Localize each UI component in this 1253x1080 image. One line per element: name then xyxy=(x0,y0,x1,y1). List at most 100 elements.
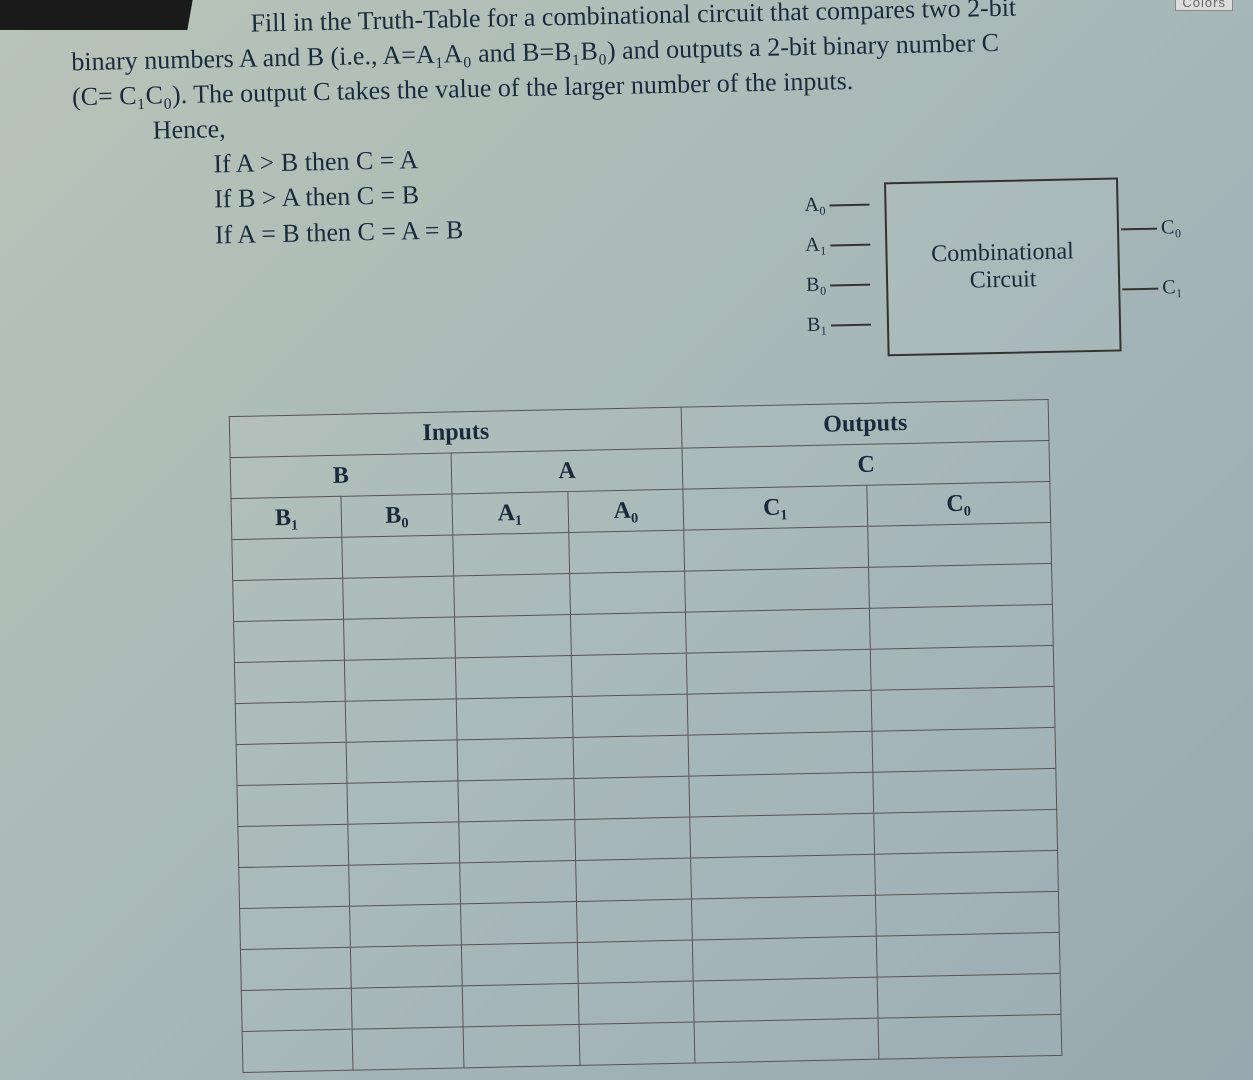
table-cell xyxy=(874,850,1058,895)
table-cell xyxy=(568,530,685,573)
table-cell xyxy=(345,658,456,701)
table-cell xyxy=(693,936,877,981)
table-cell xyxy=(573,776,690,819)
circuit-diagram: Combinational Circuit A₀ A₁ B₀ B₁ C₀ C₁ xyxy=(804,166,1188,374)
table-cell xyxy=(576,899,693,942)
table-cell xyxy=(236,742,347,785)
table-cell xyxy=(570,612,687,655)
table-cell xyxy=(873,768,1057,813)
col-a0: A₀ xyxy=(567,489,684,532)
col-b0: B₀ xyxy=(341,494,452,537)
table-cell xyxy=(234,619,345,662)
table-cell xyxy=(460,901,577,944)
table-cell xyxy=(352,1027,463,1070)
table-cell xyxy=(875,891,1059,936)
table-cell xyxy=(878,1014,1062,1059)
port-label: B₀ xyxy=(806,274,827,296)
table-cell xyxy=(240,947,351,990)
table-cell xyxy=(871,686,1055,731)
col-c1: C₁ xyxy=(683,485,867,530)
table-cell xyxy=(347,781,458,824)
circuit-block: Combinational Circuit xyxy=(884,177,1122,356)
table-cell xyxy=(461,942,578,985)
table-cell xyxy=(694,977,878,1022)
table-cell xyxy=(350,904,461,947)
table-cell xyxy=(876,932,1060,977)
output-port-c0: C₀ xyxy=(1117,216,1182,240)
table-cell xyxy=(343,576,454,619)
table-cell xyxy=(577,940,694,983)
table-cell xyxy=(684,526,868,571)
table-cell xyxy=(869,604,1053,649)
port-label: A₀ xyxy=(804,194,826,216)
table-cell xyxy=(240,906,351,949)
table-cell xyxy=(237,783,348,826)
table-cell xyxy=(571,653,688,696)
table-cell xyxy=(233,578,344,621)
table-cell xyxy=(456,697,573,740)
table-cell xyxy=(462,983,579,1026)
table-cell xyxy=(351,945,462,988)
table-cell xyxy=(573,735,690,778)
table-cell xyxy=(877,973,1061,1018)
table-cell xyxy=(239,865,350,908)
port-label: C₀ xyxy=(1161,216,1182,238)
table-cell xyxy=(691,854,875,899)
table-cell xyxy=(692,895,876,940)
table-cell xyxy=(455,656,572,699)
output-port-c1: C₁ xyxy=(1118,276,1183,300)
truth-table: Inputs Outputs B A C B₁ B₀ A₁ A₀ C₁ C₀ xyxy=(229,399,1063,1073)
table-cell xyxy=(453,574,570,617)
table-cell xyxy=(694,1018,878,1063)
port-label: B₁ xyxy=(807,314,828,336)
table-cell xyxy=(342,535,453,578)
block-label: Combinational xyxy=(931,238,1074,268)
table-cell xyxy=(458,778,575,821)
table-cell xyxy=(688,731,872,776)
table-cell xyxy=(349,863,460,906)
header-a: A xyxy=(451,448,684,494)
table-cell xyxy=(454,615,571,658)
table-cell xyxy=(685,567,869,612)
table-cell xyxy=(232,537,343,580)
table-cell xyxy=(348,822,459,865)
table-cell xyxy=(572,694,689,737)
table-cell xyxy=(686,608,870,653)
table-cell xyxy=(241,988,352,1031)
table-cell xyxy=(344,617,455,660)
table-cell xyxy=(870,645,1054,690)
input-port-a0: A₀ xyxy=(804,193,874,217)
table-cell xyxy=(457,738,574,781)
table-cell xyxy=(690,813,874,858)
port-label: A₁ xyxy=(805,234,827,256)
table-cell xyxy=(574,817,691,860)
table-cell xyxy=(872,727,1056,772)
table-cell xyxy=(346,740,457,783)
table-cell xyxy=(579,1022,696,1065)
table-body xyxy=(232,522,1062,1072)
header-b: B xyxy=(230,453,451,499)
table-cell xyxy=(689,772,873,817)
port-label: C₁ xyxy=(1162,276,1183,298)
table-cell xyxy=(235,701,346,744)
table-cell xyxy=(352,986,463,1029)
input-port-b1: B₁ xyxy=(807,313,876,337)
col-b1: B₁ xyxy=(231,496,342,539)
table-cell xyxy=(242,1029,353,1072)
input-port-a1: A₁ xyxy=(805,233,875,257)
table-cell xyxy=(873,809,1057,854)
table-cell xyxy=(687,649,871,694)
table-cell xyxy=(234,660,345,703)
table-cell xyxy=(868,563,1052,608)
table-cell xyxy=(458,819,575,862)
table-cell xyxy=(578,981,695,1024)
table-cell xyxy=(238,824,349,867)
table-cell xyxy=(463,1024,580,1067)
table-cell xyxy=(569,571,686,614)
table-cell xyxy=(688,690,872,735)
table-cell xyxy=(867,522,1051,567)
input-port-b0: B₀ xyxy=(806,273,875,297)
col-a1: A₁ xyxy=(452,492,569,535)
document-page: Fill in the Truth-Table for a combinatio… xyxy=(40,0,1242,1080)
table-cell xyxy=(452,533,569,576)
